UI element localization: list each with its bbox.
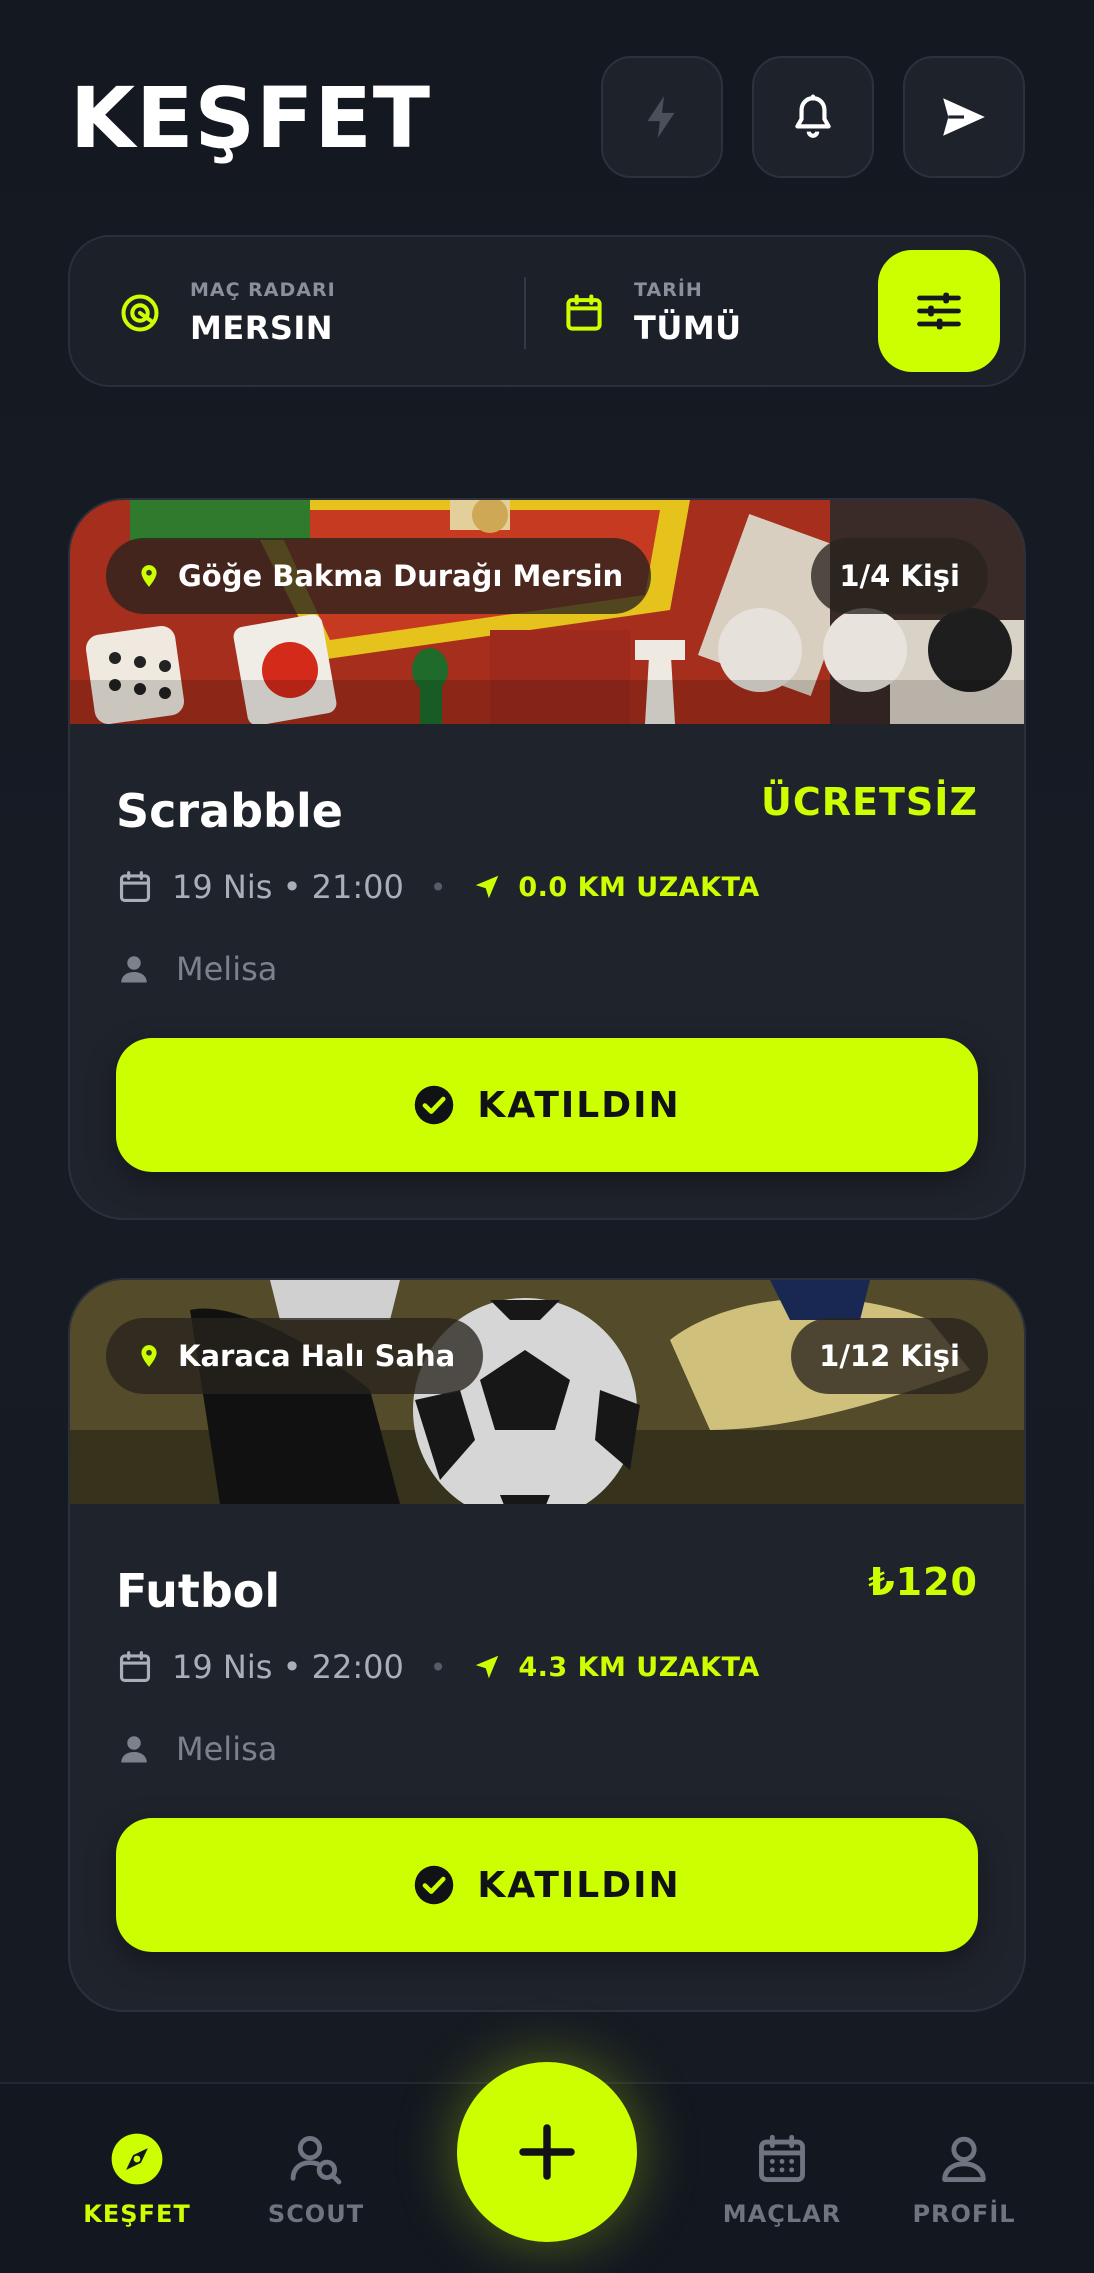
calendar-icon bbox=[759, 2134, 805, 2182]
nav-label: SCOUT bbox=[267, 2200, 365, 2228]
user-icon bbox=[942, 2136, 986, 2182]
date-filter[interactable]: TARİH TÜMÜ bbox=[562, 237, 742, 389]
capacity-badge: 1/4 Kişi bbox=[811, 538, 988, 614]
distance-text: 4.3 KM UZAKTA bbox=[518, 1651, 760, 1683]
date-label: TARİH bbox=[634, 279, 703, 301]
date-value: TÜMÜ bbox=[634, 309, 742, 347]
nav-item-kesfet[interactable]: KEŞFET bbox=[57, 2130, 217, 2228]
event-distance: 0.0 KM UZAKTA bbox=[472, 872, 759, 903]
nav-label: KEŞFET bbox=[83, 2200, 191, 2228]
location-filter[interactable]: MAÇ RADARI MERSIN bbox=[118, 237, 336, 389]
separator-dot: • bbox=[429, 870, 447, 904]
check-circle-icon bbox=[415, 1865, 454, 1905]
plus-icon bbox=[519, 2124, 575, 2180]
page-title: KEŞFET bbox=[70, 69, 432, 167]
nav-item-maclar[interactable]: MAÇLAR bbox=[702, 2130, 862, 2228]
nav-item-scout[interactable]: SCOUT bbox=[236, 2130, 396, 2228]
map-pin-icon bbox=[141, 565, 157, 587]
location-value: MERSIN bbox=[190, 309, 334, 347]
location-name: Göğe Bakma Durağı Mersin bbox=[178, 559, 624, 593]
create-event-button[interactable] bbox=[457, 2062, 637, 2242]
location-name: Karaca Halı Saha bbox=[178, 1339, 456, 1373]
notifications-button[interactable] bbox=[752, 56, 874, 178]
send-icon bbox=[943, 98, 985, 136]
event-meta: 19 Nis • 21:00 • 0.0 KM UZAKTA bbox=[116, 868, 760, 906]
navigation-arrow-icon bbox=[476, 1655, 499, 1679]
event-meta: 19 Nis • 22:00 • 4.3 KM UZAKTA bbox=[116, 1648, 760, 1686]
calendar-icon bbox=[119, 871, 151, 903]
bolt-button[interactable] bbox=[601, 56, 723, 178]
sliders-icon bbox=[917, 292, 961, 330]
event-host: Melisa bbox=[116, 950, 277, 988]
location-label: MAÇ RADARI bbox=[190, 279, 336, 301]
capacity-badge: 1/12 Kişi bbox=[791, 1318, 988, 1394]
nav-item-profil[interactable]: PROFİL bbox=[884, 2130, 1044, 2228]
host-name: Melisa bbox=[176, 1730, 278, 1768]
event-price: ÜCRETSİZ bbox=[761, 780, 978, 824]
joined-button[interactable]: KATILDIN bbox=[116, 1038, 978, 1172]
event-title: Futbol bbox=[116, 1564, 281, 1618]
filter-divider bbox=[524, 277, 526, 349]
location-badge: Göğe Bakma Durağı Mersin bbox=[106, 538, 652, 614]
event-price: ₺120 bbox=[868, 1560, 978, 1604]
compass-icon bbox=[111, 2133, 163, 2185]
filter-settings-button[interactable] bbox=[878, 250, 1000, 372]
radar-icon bbox=[121, 294, 159, 332]
calendar-icon bbox=[566, 294, 602, 331]
nav-label: MAÇLAR bbox=[722, 2200, 842, 2228]
filter-bar: MAÇ RADARI MERSIN TARİH TÜMÜ bbox=[68, 235, 1026, 387]
event-card[interactable]: Karaca Halı Saha 1/12 Kişi Futbol ₺120 1… bbox=[68, 1278, 1026, 2012]
event-title: Scrabble bbox=[116, 784, 343, 838]
joined-label: KATILDIN bbox=[477, 1084, 681, 1126]
event-distance: 4.3 KM UZAKTA bbox=[472, 1652, 759, 1683]
separator-dot: • bbox=[429, 1650, 447, 1684]
bolt-icon bbox=[647, 96, 675, 138]
map-pin-icon bbox=[141, 1345, 157, 1367]
event-datetime: 19 Nis • 22:00 bbox=[172, 1648, 404, 1686]
distance-text: 0.0 KM UZAKTA bbox=[518, 871, 760, 903]
header: KEŞFET bbox=[0, 0, 1094, 230]
bell-icon bbox=[795, 94, 831, 138]
nav-label: PROFİL bbox=[912, 2200, 1016, 2228]
event-image: Karaca Halı Saha 1/12 Kişi bbox=[70, 1280, 1024, 1504]
event-card[interactable]: Göğe Bakma Durağı Mersin 1/4 Kişi Scrabb… bbox=[68, 498, 1026, 1220]
user-icon bbox=[121, 956, 147, 983]
messages-button[interactable] bbox=[903, 56, 1025, 178]
user-icon bbox=[121, 1736, 147, 1763]
check-circle-icon bbox=[415, 1085, 454, 1125]
joined-button[interactable]: KATILDIN bbox=[116, 1818, 978, 1952]
joined-label: KATILDIN bbox=[477, 1864, 681, 1906]
navigation-arrow-icon bbox=[476, 875, 499, 899]
event-datetime: 19 Nis • 21:00 bbox=[172, 868, 404, 906]
host-name: Melisa bbox=[176, 950, 278, 988]
calendar-icon bbox=[119, 1651, 151, 1683]
event-host: Melisa bbox=[116, 1730, 277, 1768]
location-badge: Karaca Halı Saha bbox=[106, 1318, 484, 1394]
user-search-icon bbox=[290, 2136, 342, 2185]
event-image: Göğe Bakma Durağı Mersin 1/4 Kişi bbox=[70, 500, 1024, 724]
